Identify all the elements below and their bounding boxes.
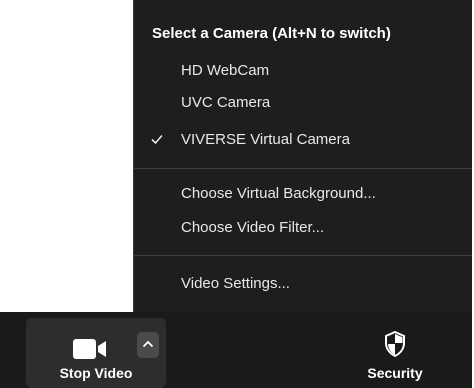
chevron-up-icon (142, 340, 154, 348)
menu-item-video-settings[interactable]: Video Settings... (134, 268, 472, 300)
meeting-toolbar: Stop Video Security (0, 312, 472, 388)
menu-item-label: Video Settings... (181, 275, 290, 292)
menu-item-choose-video-filter[interactable]: Choose Video Filter... (134, 212, 472, 244)
video-camera-icon (73, 339, 106, 359)
menu-item-label: VIVERSE Virtual Camera (181, 131, 350, 148)
menu-item-label: Choose Virtual Background... (181, 185, 376, 202)
camera-menu-title: Select a Camera (Alt+N to switch) (152, 25, 391, 42)
camera-menu: Select a Camera (Alt+N to switch) HD Web… (133, 0, 472, 312)
menu-item-label: HD WebCam (181, 62, 270, 79)
shield-icon (385, 331, 405, 357)
stop-video-label: Stop Video (59, 365, 133, 381)
checkmark-icon (151, 134, 163, 145)
menu-divider (134, 255, 472, 256)
menu-item-hd-webcam[interactable]: HD WebCam (134, 55, 472, 87)
video-options-caret-button[interactable] (137, 332, 159, 358)
menu-item-choose-virtual-background[interactable]: Choose Virtual Background... (134, 178, 472, 210)
stop-video-button[interactable]: Stop Video (26, 318, 166, 388)
menu-item-label: UVC Camera (181, 94, 271, 111)
security-label: Security (367, 365, 423, 381)
menu-item-label: Choose Video Filter... (181, 219, 325, 236)
menu-item-viverse-virtual-camera[interactable]: VIVERSE Virtual Camera (134, 124, 472, 156)
menu-divider (134, 168, 472, 169)
menu-item-uvc-camera[interactable]: UVC Camera (134, 87, 472, 119)
security-button[interactable]: Security (330, 318, 460, 388)
